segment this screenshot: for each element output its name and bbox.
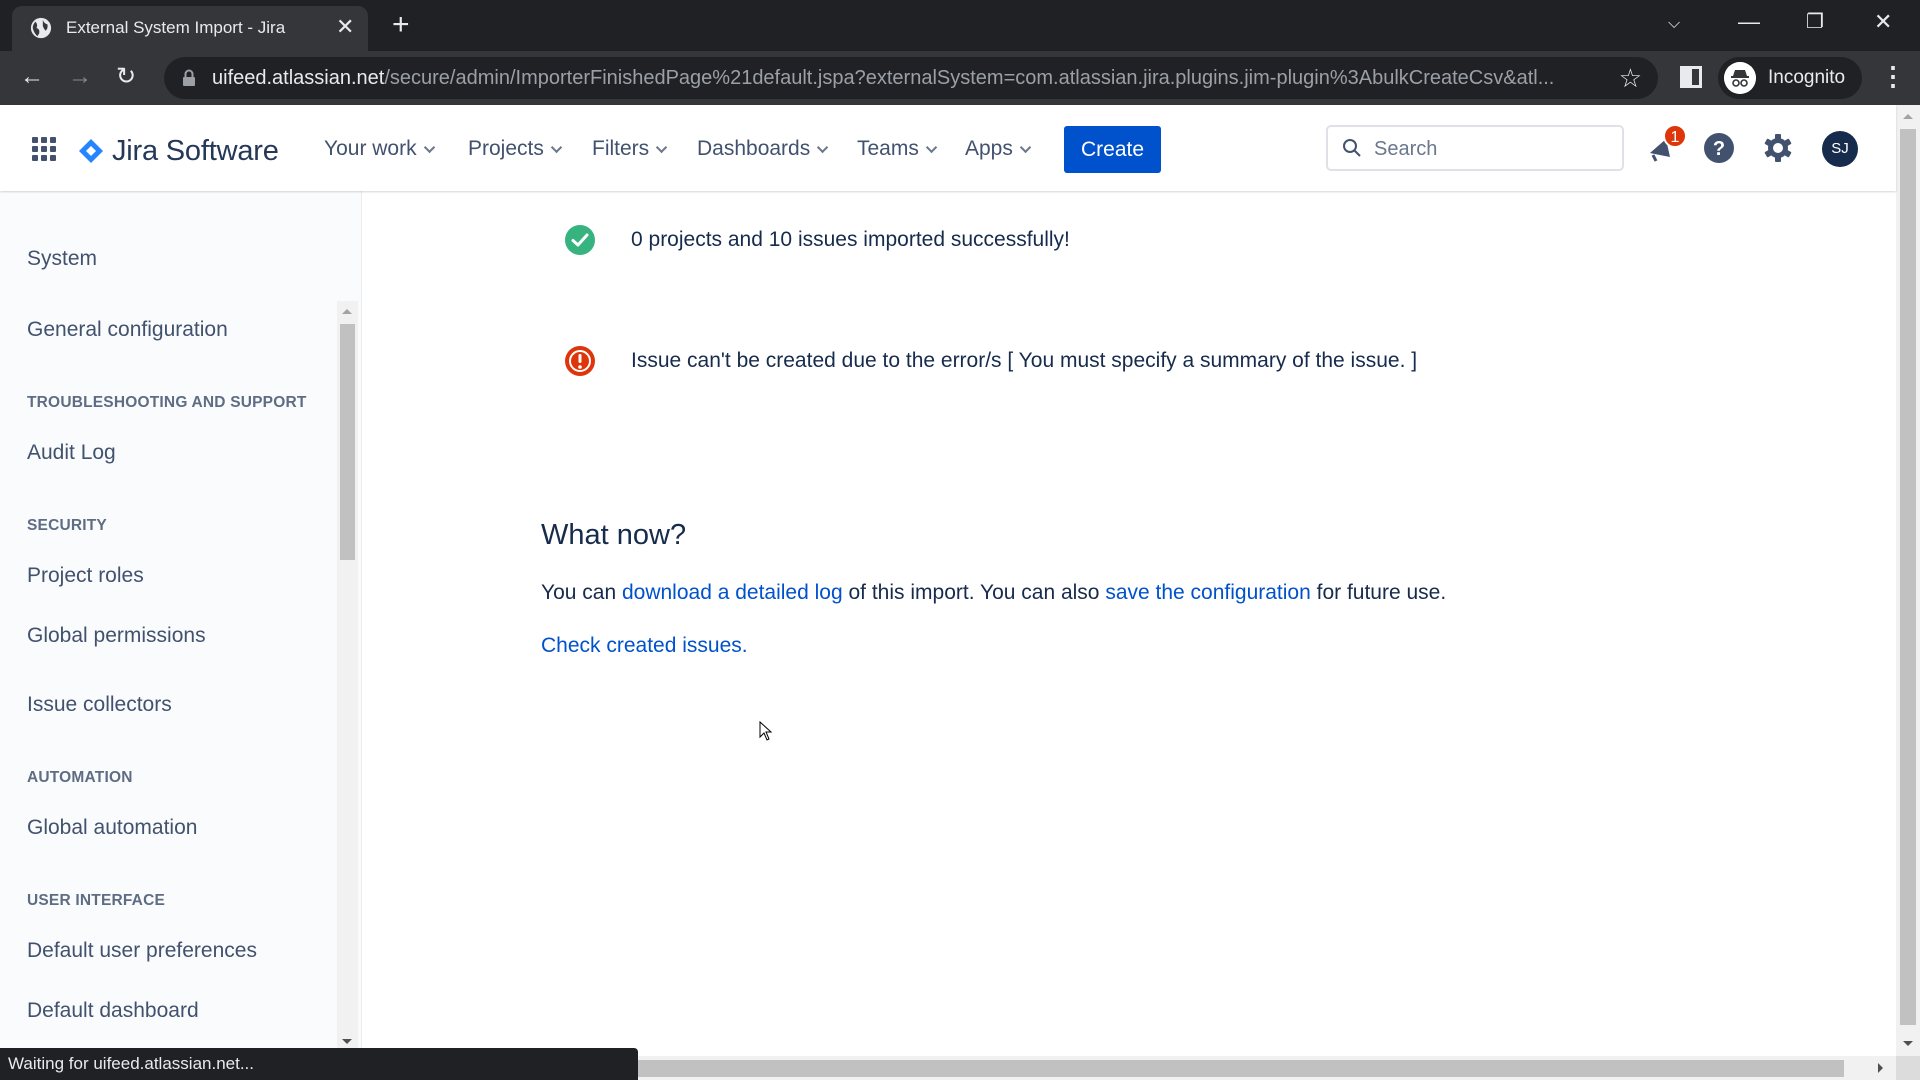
nav-projects[interactable]: Projects [468, 137, 563, 161]
chevron-down-icon [550, 141, 563, 154]
mouse-cursor-icon [759, 721, 773, 741]
success-message: 0 projects and 10 issues imported succes… [631, 228, 1070, 251]
minimize-icon[interactable]: — [1738, 10, 1760, 34]
nav-your-work[interactable]: Your work [324, 137, 435, 161]
nav-filters[interactable]: Filters [592, 137, 668, 161]
close-tab-icon[interactable]: ✕ [336, 15, 354, 39]
what-now-heading: What now? [541, 519, 687, 551]
admin-sidebar: System General configuration TROUBLESHOO… [0, 191, 362, 1080]
settings-gear-icon[interactable] [1761, 131, 1795, 165]
browser-tab-bar: External System Import - Jira ✕ + ⌵ — ❐ … [0, 0, 1920, 51]
restore-icon[interactable]: ❐ [1806, 10, 1824, 34]
browser-menu-icon[interactable]: ⋮ [1880, 61, 1906, 91]
error-message: Issue can't be created due to the error/… [631, 349, 1418, 372]
sidebar-item-global-permissions[interactable]: Global permissions [27, 624, 206, 648]
sidebar-scrollbar-thumb[interactable] [340, 324, 355, 560]
jira-diamond-icon [79, 139, 103, 163]
chevron-down-icon [423, 141, 435, 154]
scrollbar-corner [1896, 1056, 1920, 1080]
sidebar-item-global-automation[interactable]: Global automation [27, 816, 197, 840]
bookmark-star-icon[interactable]: ☆ [1619, 63, 1642, 94]
globe-icon [30, 17, 52, 39]
new-tab-button[interactable]: + [392, 10, 410, 40]
chevron-down-icon [925, 141, 938, 154]
sidebar-title: System [27, 247, 98, 270]
sidebar-item-issue-collectors[interactable]: Issue collectors [27, 693, 172, 717]
address-bar[interactable]: uifeed.atlassian.net/secure/admin/Import… [164, 57, 1658, 99]
browser-toolbar: ← → ↻ uifeed.atlassian.net/secure/admin/… [0, 51, 1920, 105]
product-name: Jira Software [112, 134, 279, 167]
forward-icon[interactable]: → [68, 64, 92, 90]
page-vertical-scrollbar-thumb[interactable] [1900, 129, 1916, 1025]
sidebar-item-default-user-preferences[interactable]: Default user preferences [27, 939, 257, 963]
browser-status-bubble: Waiting for uifeed.atlassian.net... [0, 1048, 638, 1080]
scroll-right-arrow-icon[interactable] [1878, 1063, 1883, 1073]
success-check-icon [565, 225, 595, 255]
user-avatar[interactable]: SJ [1822, 131, 1858, 167]
nav-apps[interactable]: Apps [965, 137, 1032, 161]
sidebar-item-default-dashboard[interactable]: Default dashboard [27, 999, 199, 1023]
search-box[interactable] [1326, 125, 1624, 171]
incognito-icon [1724, 62, 1756, 94]
page-vertical-scrollbar[interactable] [1896, 105, 1920, 1056]
reload-icon[interactable]: ↻ [116, 64, 136, 90]
jira-logo[interactable]: Jira Software [78, 134, 279, 167]
sidebar-heading-user-interface: USER INTERFACE [27, 892, 166, 909]
notification-count-badge: 1 [1663, 124, 1687, 148]
tab-title: External System Import - Jira [66, 18, 286, 37]
sidebar-item-general-configuration[interactable]: General configuration [27, 318, 228, 342]
chevron-down-icon [1019, 141, 1032, 154]
what-now-paragraph: You can download a detailed log of this … [541, 581, 1447, 604]
error-icon [565, 346, 595, 376]
sidebar-item-project-roles[interactable]: Project roles [27, 564, 144, 588]
window-close-icon[interactable]: ✕ [1874, 10, 1892, 34]
sidebar-item-audit-log[interactable]: Audit Log [27, 441, 116, 465]
back-icon[interactable]: ← [20, 64, 44, 90]
incognito-label: Incognito [1768, 67, 1846, 88]
sidebar-heading-automation: AUTOMATION [27, 769, 133, 786]
browser-tab[interactable]: External System Import - Jira ✕ [12, 6, 368, 51]
tab-search-icon[interactable]: ⌵ [1668, 12, 1680, 36]
download-log-link[interactable]: download a detailed log [622, 581, 843, 604]
scroll-down-arrow-icon[interactable] [342, 1039, 352, 1044]
check-created-issues-link[interactable]: Check created issues. [541, 634, 748, 658]
sidebar-heading-troubleshooting: TROUBLESHOOTING AND SUPPORT [27, 394, 307, 411]
scroll-up-arrow-icon[interactable] [1903, 114, 1913, 119]
nav-dashboards[interactable]: Dashboards [697, 137, 829, 161]
create-button[interactable]: Create [1064, 126, 1161, 173]
nav-teams[interactable]: Teams [857, 137, 938, 161]
help-icon[interactable]: ? [1702, 131, 1736, 165]
import-results-content: 0 projects and 10 issues imported succes… [363, 191, 1896, 1056]
chevron-down-icon [817, 141, 829, 154]
svg-text:?: ? [1713, 138, 1725, 160]
incognito-profile-button[interactable]: Incognito [1718, 57, 1862, 99]
search-input[interactable] [1374, 135, 1614, 163]
sidebar-heading-security: SECURITY [27, 517, 107, 534]
side-panel-icon[interactable] [1680, 66, 1702, 88]
lock-icon [183, 69, 195, 86]
save-configuration-link[interactable]: save the configuration [1105, 581, 1310, 604]
jira-top-nav: Jira Software Your work Projects Filters… [0, 105, 1896, 191]
app-switcher-icon[interactable] [32, 137, 56, 161]
scroll-down-arrow-icon[interactable] [1903, 1041, 1913, 1046]
url-text: uifeed.atlassian.net/secure/admin/Import… [212, 67, 1555, 89]
search-icon [1343, 139, 1361, 157]
chevron-down-icon [656, 141, 668, 154]
scroll-up-arrow-icon[interactable] [342, 309, 352, 314]
